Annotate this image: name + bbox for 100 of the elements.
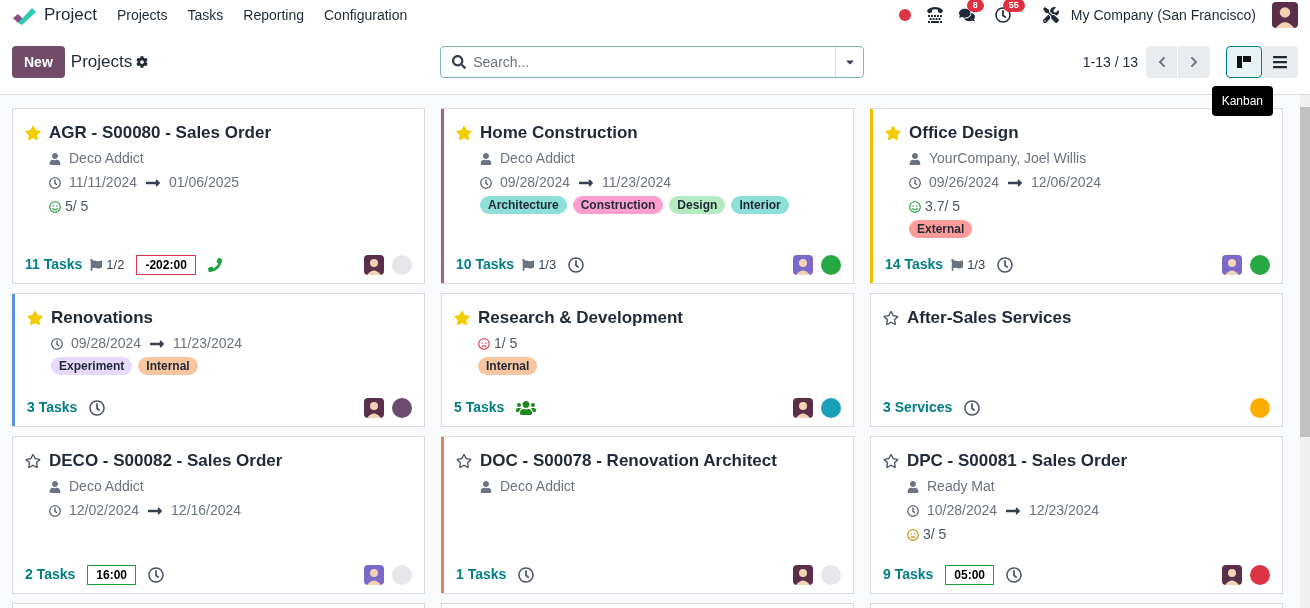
end-date: 12/06/2024 — [1031, 173, 1102, 192]
rating-text: 3/ 5 — [923, 525, 947, 544]
clock-icon[interactable] — [964, 399, 981, 416]
settings-icon[interactable] — [136, 56, 149, 68]
start-date: 09/28/2024 — [500, 173, 571, 192]
new-button[interactable]: New — [12, 46, 65, 78]
chat-icon[interactable] — [958, 7, 975, 23]
clock-icon — [49, 176, 61, 189]
project-card[interactable]: Renovations 09/28/2024 11/23/2024 Experiment Internal 3 Tasks — [12, 293, 425, 427]
project-title: DPC - S00081 - Sales Order — [907, 450, 1128, 472]
tag: Construction — [572, 196, 664, 214]
flag-icon — [90, 258, 103, 271]
tag: Architecture — [480, 196, 567, 214]
project-card[interactable]: AGR - S00080 - Sales Order Deco Addict 11/11/2024 01/06/2025 5/ 5 11 Tasks 1/2 -202:00 — [12, 108, 425, 284]
star-icon[interactable] — [883, 453, 899, 469]
end-date: 12/23/2024 — [1029, 501, 1100, 520]
time-remaining: 16:00 — [87, 564, 137, 585]
clock-icon[interactable] — [1006, 566, 1023, 583]
project-card[interactable]: Office Design YourCompany, Joel Willis 09/26/2024 12/06/2024 3.7/ 5 External 14 Tasks 1/3 — [870, 108, 1283, 284]
end-date: 11/23/2024 — [173, 334, 243, 353]
person-icon — [49, 152, 61, 165]
search-icon — [452, 55, 467, 69]
pager-value[interactable]: 1-13 / 13 — [1082, 51, 1138, 73]
star-icon[interactable] — [885, 125, 901, 141]
menu-item[interactable]: Configuration — [324, 4, 408, 26]
tasks-link[interactable]: 2 Tasks — [25, 564, 76, 585]
tag: Experiment — [51, 357, 133, 375]
tasks-link[interactable]: 9 Tasks — [883, 564, 934, 585]
customer-name: YourCompany, Joel Willis — [929, 149, 1087, 168]
project-card[interactable]: DECO - S00082 - Sales Order Deco Addict 12/02/2024 12/16/2024 2 Tasks 16:00 — [12, 436, 425, 594]
search-field[interactable]: Search... — [440, 46, 865, 78]
tasks-link[interactable]: 11 Tasks — [25, 254, 83, 275]
user-avatar-icon[interactable] — [1272, 2, 1298, 28]
tag: Internal — [138, 357, 198, 375]
person-icon — [480, 152, 492, 165]
clock-icon[interactable] — [89, 399, 106, 416]
project-card[interactable]: DOC - S00078 - Renovation Architect Deco Addict 1 Tasks — [441, 436, 854, 594]
customer-name: Ready Mat — [927, 477, 995, 496]
project-title: Office Design — [909, 122, 1020, 144]
list-view-button[interactable] — [1262, 46, 1298, 78]
start-date: 09/28/2024 — [71, 334, 142, 353]
customer-name: Deco Addict — [69, 149, 144, 168]
chevron-right-icon — [1188, 56, 1200, 68]
clock-icon — [907, 504, 919, 517]
star-icon[interactable] — [27, 310, 43, 326]
start-date: 10/28/2024 — [927, 501, 998, 520]
list-icon — [1272, 54, 1288, 70]
end-date: 12/16/2024 — [171, 501, 242, 520]
app-logo[interactable] — [12, 5, 36, 25]
app-name[interactable]: Project — [44, 2, 97, 28]
clock-icon[interactable] — [518, 566, 535, 583]
rating-text: 5/ 5 — [65, 197, 89, 216]
project-card[interactable]: After-Sales Services 3 Services — [870, 293, 1283, 427]
project-card[interactable]: DPC - S00081 - Sales Order Ready Mat 10/28/2024 12/23/2024 3/ 5 9 Tasks 05:00 — [870, 436, 1283, 594]
star-icon[interactable] — [456, 453, 472, 469]
star-icon[interactable] — [456, 125, 472, 141]
project-card[interactable]: Home Construction Deco Addict 09/28/2024 11/23/2024 Architecture Construction Design Interior 10 Tasks 1/3 — [441, 108, 854, 284]
breadcrumb[interactable]: Projects — [70, 49, 133, 75]
notification-badge: 55 — [1002, 0, 1025, 12]
milestone-count: 1/3 — [538, 255, 557, 274]
tasks-link[interactable]: 5 Tasks — [454, 397, 505, 418]
clock-icon — [480, 176, 492, 189]
tasks-link[interactable]: 3 Tasks — [27, 397, 78, 418]
star-icon[interactable] — [454, 310, 470, 326]
rating-text: 1/ 5 — [494, 334, 518, 353]
end-date: 01/06/2025 — [169, 173, 240, 192]
clock-icon — [909, 176, 921, 189]
rating-text: 3.7/ 5 — [925, 197, 961, 216]
star-icon[interactable] — [883, 310, 899, 326]
menu-item[interactable]: Projects — [116, 4, 168, 26]
menu-item[interactable]: Reporting — [243, 4, 304, 26]
clock-icon[interactable] — [568, 256, 585, 273]
star-icon[interactable] — [25, 125, 41, 141]
person-icon — [907, 480, 919, 493]
person-icon — [909, 152, 921, 165]
clock-icon[interactable] — [994, 7, 1011, 23]
clock-icon[interactable] — [148, 566, 165, 583]
scrollbar[interactable] — [1300, 95, 1310, 608]
tag: Interior — [731, 196, 789, 214]
kanban-view-button[interactable] — [1226, 46, 1262, 78]
tools-icon[interactable] — [1042, 7, 1059, 23]
project-card[interactable]: Research & Development 1/ 5 Internal 5 Tasks — [441, 293, 854, 427]
clock-icon[interactable] — [997, 256, 1014, 273]
flag-icon — [951, 258, 964, 271]
tasks-link[interactable]: 1 Tasks — [456, 564, 507, 585]
project-title: After-Sales Services — [907, 307, 1072, 329]
tasks-link[interactable]: 14 Tasks — [885, 254, 944, 275]
flag-icon — [522, 258, 535, 271]
tasks-link[interactable]: 10 Tasks — [456, 254, 515, 275]
project-title: Renovations — [51, 307, 155, 329]
company-switcher[interactable]: My Company (San Francisco) — [1070, 4, 1256, 26]
project-title: DOC - S00078 - Renovation Architect — [480, 450, 777, 472]
start-date: 12/02/2024 — [69, 501, 140, 520]
tag: Design — [669, 196, 726, 214]
tag: External — [909, 220, 973, 238]
project-title: Research & Development — [478, 307, 684, 329]
star-icon[interactable] — [25, 453, 41, 469]
phone-icon[interactable] — [926, 7, 943, 23]
menu-item[interactable]: Tasks — [187, 4, 224, 26]
tasks-link[interactable]: 3 Services — [883, 397, 953, 418]
